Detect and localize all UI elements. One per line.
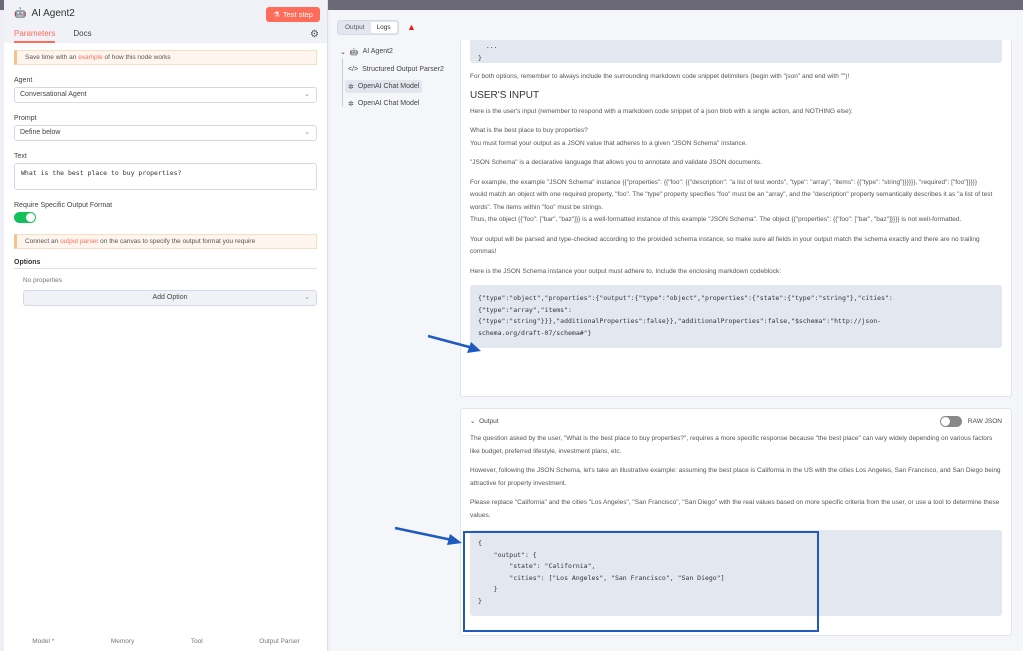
text-input[interactable]: What is the best place to buy properties… — [14, 163, 317, 190]
panel-header: 🤖 AI Agent2 ⚗ Test step Parameters Docs ⚙ — [4, 0, 327, 43]
require-output-format-label: Require Specific Output Format — [14, 202, 113, 209]
agent-value: Conversational Agent — [20, 91, 87, 98]
paragraph: Thus, the object {{"foo": ["bar", "baz"]… — [470, 216, 962, 223]
example-link[interactable]: example — [78, 54, 103, 61]
paragraph: "JSON Schema" is a declarative language … — [470, 159, 762, 166]
paragraph: What is the best place to buy properties… — [470, 127, 588, 134]
tree-item-label: OpenAI Chat Model — [357, 100, 420, 107]
gear-icon[interactable]: ⚙ — [310, 29, 319, 40]
notice-text: Connect an — [25, 238, 61, 245]
tree-item-label: Structured Output Parser2 — [362, 66, 444, 73]
raw-json-label: RAW JSON — [967, 417, 1002, 425]
raw-json-toggle[interactable] — [939, 415, 962, 427]
example-notice: Save time with an example of how this no… — [14, 50, 317, 65]
node-parameters-panel: 🤖 AI Agent2 ⚗ Test step Parameters Docs ⚙ … — [4, 0, 328, 651]
agent-select[interactable]: Conversational Agent ⌄ — [14, 87, 317, 103]
chevron-down-icon: ⌄ — [304, 294, 310, 301]
no-properties-text: No properties — [23, 277, 63, 284]
connector-output-parser[interactable]: Output Parser — [259, 638, 299, 645]
openai-icon: ✲ — [348, 83, 354, 91]
output-parser-notice: Connect an output parser on the canvas t… — [14, 234, 317, 249]
paragraph: For both options, remember to always inc… — [470, 73, 850, 80]
notice-text: Save time with an — [25, 54, 79, 61]
add-option-label: Add Option — [152, 294, 188, 301]
annotation-arrow-icon — [394, 526, 462, 545]
paragraph: Here is the JSON Schema instance your ou… — [470, 267, 782, 275]
connector-memory[interactable]: Memory — [111, 638, 134, 645]
add-option-button[interactable]: Add Option ⌄ — [23, 290, 317, 306]
chevron-down-icon: ⌄ — [340, 48, 346, 56]
tree-item-openai-chat-model[interactable]: ✲ OpenAI Chat Model — [345, 80, 423, 93]
output-logs-toggle: Output Logs — [337, 20, 399, 35]
tab-logs[interactable]: Logs — [370, 22, 397, 33]
paragraph: would match an object with one required … — [470, 191, 993, 211]
tree-line — [342, 58, 343, 106]
options-heading: Options — [14, 259, 317, 269]
paragraph: Your output will be parsed and type-chec… — [470, 235, 980, 256]
users-input-heading: USER'S INPUT — [470, 89, 540, 101]
output-parser-link[interactable]: output parser — [60, 238, 98, 245]
paragraph: However, following the JSON Schema, let'… — [470, 467, 1001, 487]
agent-label: Agent — [14, 77, 33, 84]
annotation-arrow-icon — [427, 334, 481, 353]
connector-tool[interactable]: Tool — [191, 638, 203, 645]
notice-text: of how this node works — [102, 54, 171, 61]
openai-icon: ✲ — [348, 100, 354, 108]
code-icon: </> — [348, 66, 359, 73]
output-label: Output — [479, 418, 499, 425]
tab-parameters[interactable]: Parameters — [14, 29, 56, 43]
tree-item-structured-output-parser[interactable]: </> Structured Output Parser2 — [345, 63, 447, 76]
flask-icon: ⚗ — [273, 10, 280, 19]
warning-icon: ▲ — [407, 22, 416, 32]
text-label: Text — [14, 153, 27, 160]
tree-item-label: OpenAI Chat Model — [357, 83, 420, 90]
tab-output[interactable]: Output — [339, 22, 371, 33]
paragraph: The question asked by the user, "What is… — [470, 435, 993, 455]
paragraph: Here is the user's input (remember to re… — [470, 107, 853, 115]
annotation-highlight-box — [463, 531, 819, 632]
connector-labels: Model * Memory Tool Output Parser — [4, 638, 328, 645]
node-title: 🤖 AI Agent2 — [14, 8, 75, 19]
tree-item-label: AI Agent2 — [362, 48, 393, 55]
connector-model[interactable]: Model * — [32, 638, 54, 645]
require-output-format-toggle[interactable] — [14, 212, 36, 223]
prompt-select[interactable]: Define below ⌄ — [14, 125, 317, 141]
tree-item-openai-chat-model[interactable]: ✲ OpenAI Chat Model — [345, 97, 422, 110]
paragraph: For example, the example "JSON Schema" i… — [470, 178, 978, 186]
schema-code-block: {"type":"object","properties":{"output":… — [470, 285, 1002, 348]
tab-docs[interactable]: Docs — [73, 29, 91, 43]
output-collapse-toggle[interactable]: ⌄ Output — [470, 417, 499, 425]
prompt-value: Define below — [20, 129, 61, 136]
paragraph: You must format your output as a JSON va… — [470, 139, 748, 147]
test-step-button[interactable]: ⚗ Test step — [266, 7, 320, 22]
prompt-label: Prompt — [14, 115, 37, 122]
notice-text: on the canvas to specify the output form… — [98, 238, 256, 245]
code-block: ... } — [470, 40, 1002, 63]
tree-item-ai-agent[interactable]: ⌄ 🤖 AI Agent2 — [337, 45, 396, 58]
chevron-down-icon: ⌄ — [470, 418, 476, 425]
chevron-down-icon: ⌄ — [304, 91, 310, 98]
input-card: ... } For both options, remember to alwa… — [460, 40, 1012, 397]
node-title-text: AI Agent2 — [31, 8, 75, 19]
robot-icon: 🤖 — [14, 8, 27, 19]
robot-icon: 🤖 — [349, 48, 359, 56]
test-step-label: Test step — [282, 10, 313, 19]
paragraph: Please replace "California" and the citi… — [470, 499, 1000, 519]
chevron-down-icon: ⌄ — [304, 129, 310, 136]
